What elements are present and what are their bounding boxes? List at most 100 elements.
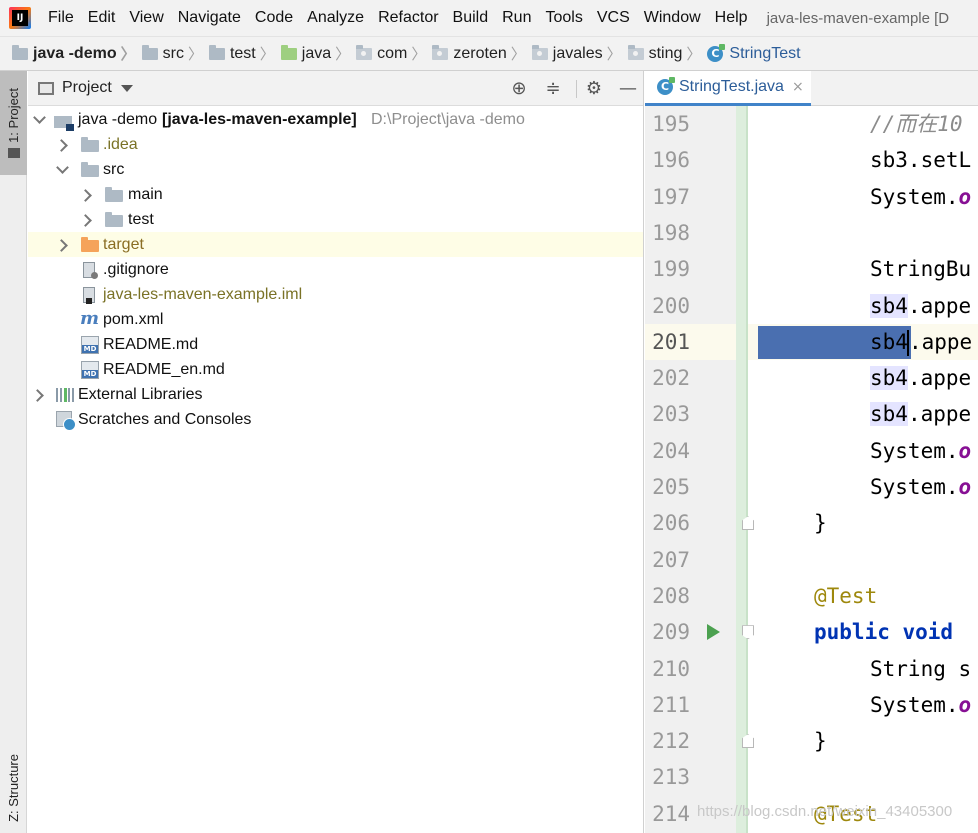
window-title: java-les-maven-example [D: [766, 9, 950, 27]
code-line[interactable]: 210 String s: [645, 651, 978, 687]
breadcrumb-stringtest[interactable]: C StringTest: [707, 43, 801, 63]
breadcrumb-test[interactable]: test 〉: [208, 43, 281, 64]
chevron-right-icon[interactable]: [80, 215, 90, 225]
line-number: 207: [652, 547, 690, 572]
code-line[interactable]: 213: [645, 759, 978, 795]
menu-vcs[interactable]: VCS: [590, 9, 637, 27]
menu-view[interactable]: View: [122, 9, 170, 27]
variable-usage-highlight: sb4: [870, 293, 908, 318]
static-field-token: o: [958, 184, 972, 209]
tree-item-pom[interactable]: m pom.xml: [28, 307, 643, 332]
tool-tab-project[interactable]: 1: Project: [0, 71, 27, 175]
code-line[interactable]: 199 StringBu: [645, 251, 978, 287]
code-line[interactable]: 198: [645, 215, 978, 251]
code-line[interactable]: 195 //而在10: [645, 106, 978, 142]
fold-end-icon[interactable]: [742, 516, 754, 531]
menu-navigate[interactable]: Navigate: [171, 9, 248, 27]
menu-tools[interactable]: Tools: [538, 9, 589, 27]
code-line[interactable]: 202 sb4.appe: [645, 360, 978, 396]
menu-run[interactable]: Run: [495, 9, 538, 27]
breadcrumb-sting[interactable]: sting 〉: [627, 43, 708, 64]
chevron-right-icon[interactable]: [32, 390, 42, 400]
tree-item-iml[interactable]: java-les-maven-example.iml: [28, 282, 643, 307]
code-line[interactable]: 209 public void: [645, 614, 978, 650]
code-editor[interactable]: C StringTest.java × 195 //而在10 196 sb3.setL…: [645, 71, 978, 833]
gear-icon[interactable]: ⚙: [584, 79, 604, 99]
menu-code[interactable]: Code: [248, 9, 300, 27]
code-line[interactable]: 200 sb4.appe: [645, 288, 978, 324]
tree-item-readme[interactable]: README.md: [28, 332, 643, 357]
tree-item-readme-en[interactable]: README_en.md: [28, 357, 643, 382]
tree-item-idea[interactable]: .idea: [28, 132, 643, 157]
breadcrumb-java[interactable]: java 〉: [280, 43, 356, 64]
code-text: StringBu: [870, 251, 971, 287]
code-token: .appe: [907, 293, 972, 318]
breadcrumb-project[interactable]: java -demo 〉: [12, 43, 142, 64]
code-text: System.o: [870, 469, 971, 505]
static-field-token: o: [958, 438, 972, 463]
chevron-right-icon: 〉: [187, 46, 203, 63]
menu-analyze[interactable]: Analyze: [300, 9, 371, 27]
code-line[interactable]: 201 sb4.appe: [645, 323, 978, 360]
line-number: 214: [652, 801, 690, 826]
caret-down-icon[interactable]: [120, 84, 133, 92]
code-line[interactable]: 207: [645, 542, 978, 578]
tool-tab-structure[interactable]: Z: Structure: [0, 743, 27, 833]
code-text: sb4.appe: [870, 396, 971, 432]
locate-icon[interactable]: ⊕: [509, 79, 529, 99]
left-tool-strip: 1: Project Z: Structure: [0, 71, 27, 833]
chevron-right-icon[interactable]: [56, 240, 66, 250]
annotation-token: @Test: [814, 583, 878, 608]
menu-edit[interactable]: Edit: [81, 9, 123, 27]
code-token: String s: [870, 656, 972, 681]
tree-item-external-libraries[interactable]: External Libraries: [28, 382, 643, 407]
code-line[interactable]: 206}: [645, 505, 978, 541]
menu-refactor[interactable]: Refactor: [371, 9, 445, 27]
folder-icon: [141, 44, 158, 60]
chevron-down-icon[interactable]: [34, 114, 44, 124]
menu-file[interactable]: File: [41, 9, 81, 27]
tree-item-target[interactable]: target: [28, 232, 643, 257]
code-line[interactable]: 203 sb4.appe: [645, 396, 978, 432]
static-field-token: o: [958, 692, 972, 717]
java-class-icon: C: [657, 77, 675, 95]
close-icon[interactable]: ×: [792, 79, 804, 95]
minimize-icon[interactable]: —: [618, 79, 638, 99]
markdown-file-icon: [81, 361, 99, 379]
code-token: System.: [870, 475, 959, 499]
menu-window[interactable]: Window: [637, 9, 708, 27]
fold-start-icon[interactable]: [742, 625, 754, 640]
chevron-down-icon[interactable]: [57, 164, 67, 174]
chevron-right-icon[interactable]: [56, 140, 66, 150]
tree-item-src[interactable]: src: [28, 157, 643, 182]
package-icon: [356, 44, 373, 60]
tree-item-project-root[interactable]: java -demo [java-les-maven-example] D:\P…: [28, 107, 643, 132]
project-view-selector[interactable]: Project: [62, 79, 112, 97]
project-tool-icon: [7, 148, 20, 159]
code-line[interactable]: 208 @Test: [645, 578, 978, 614]
code-line[interactable]: 212}: [645, 723, 978, 759]
tree-item-test[interactable]: test: [28, 207, 643, 232]
code-line[interactable]: 204 System.o: [645, 433, 978, 469]
line-number: 211: [652, 692, 690, 717]
tab-stringtest-java[interactable]: C StringTest.java ×: [645, 71, 811, 106]
breadcrumb-javales[interactable]: javales 〉: [531, 43, 628, 64]
chevron-right-icon[interactable]: [80, 190, 90, 200]
tree-item-main[interactable]: main: [28, 182, 643, 207]
breadcrumb-zeroten[interactable]: zeroten 〉: [432, 43, 531, 64]
code-line[interactable]: 196 sb3.setL: [645, 142, 978, 178]
breadcrumb-src[interactable]: src 〉: [141, 43, 209, 64]
menu-build[interactable]: Build: [446, 9, 496, 27]
code-line[interactable]: 211 System.o: [645, 687, 978, 723]
breadcrumb-com[interactable]: com 〉: [356, 43, 432, 64]
menu-help[interactable]: Help: [708, 9, 755, 27]
collapse-all-icon[interactable]: ≑: [543, 79, 563, 99]
code-text: System.o: [870, 179, 971, 215]
module-folder-icon: [54, 116, 74, 131]
code-line[interactable]: 205 System.o: [645, 469, 978, 505]
run-test-icon[interactable]: [707, 624, 720, 641]
tree-item-scratches[interactable]: Scratches and Consoles: [28, 407, 643, 432]
code-line[interactable]: 197 System.o: [645, 179, 978, 215]
tree-item-gitignore[interactable]: .gitignore: [28, 257, 643, 282]
fold-end-icon[interactable]: [742, 734, 754, 749]
